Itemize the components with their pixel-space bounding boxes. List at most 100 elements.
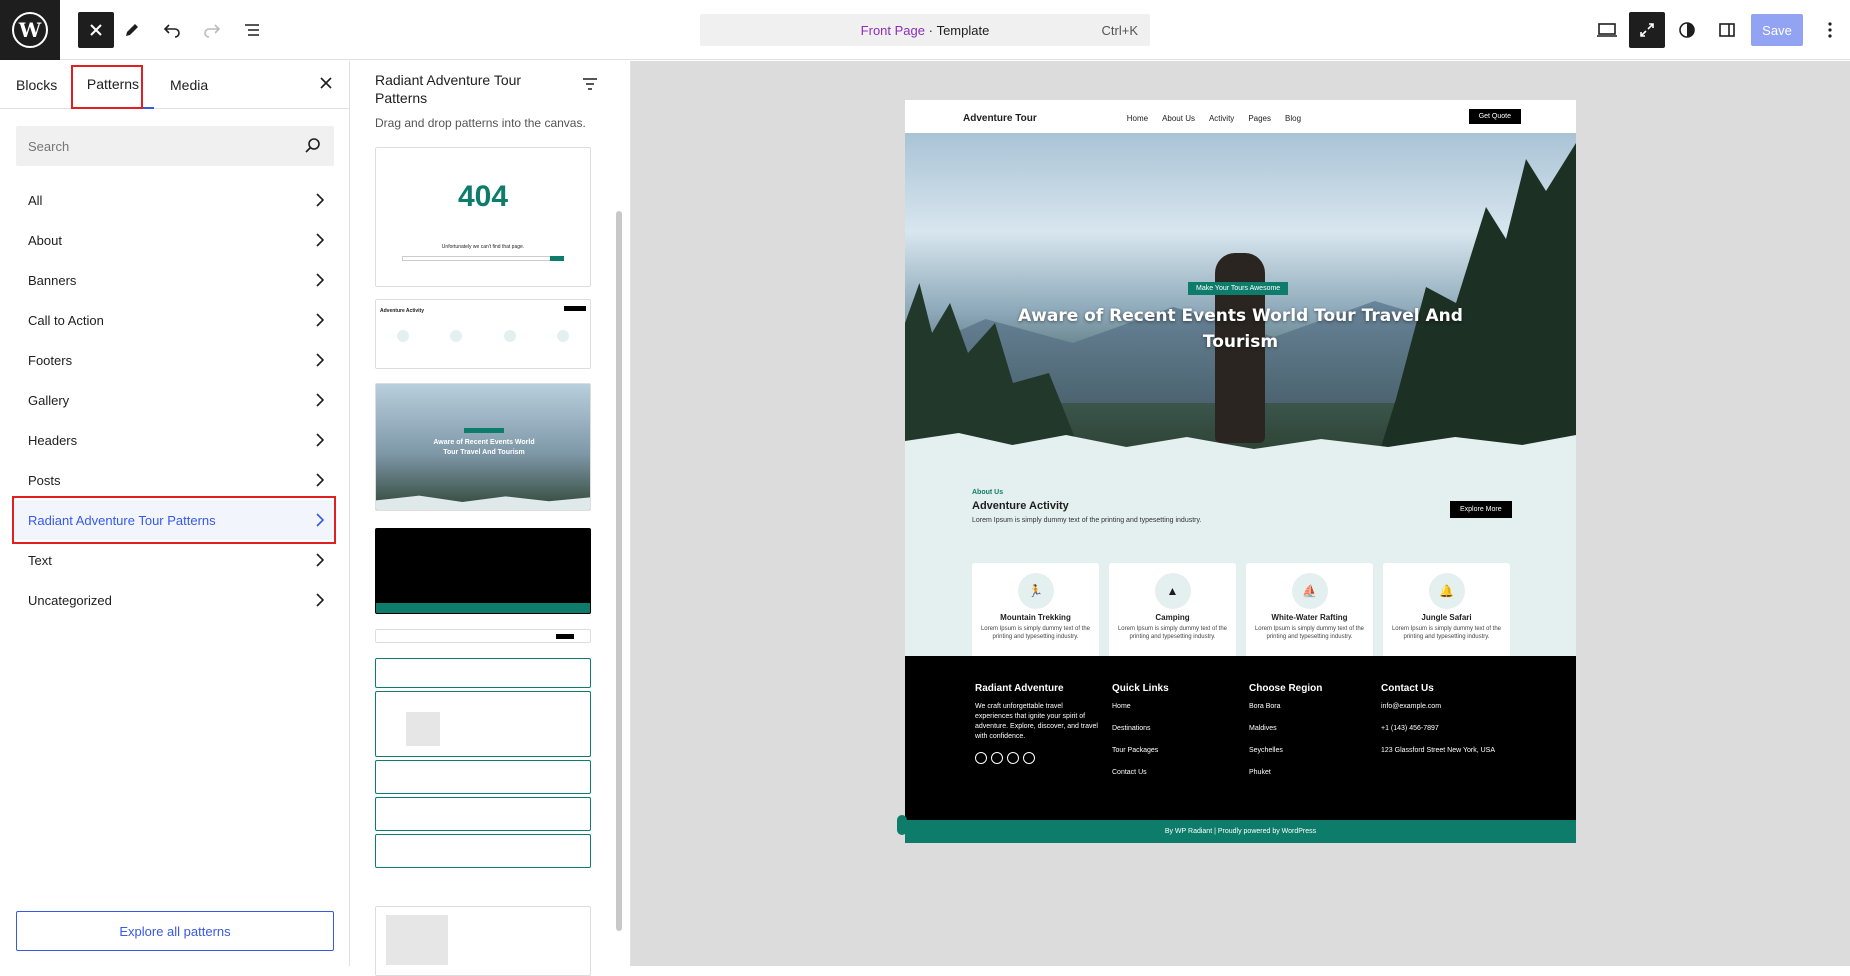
zoom-out-button[interactable] <box>1629 12 1665 48</box>
pattern-thumb-activity[interactable]: Adventure Activity <box>375 299 591 369</box>
card-text: Lorem Ipsum is simply dummy text of the … <box>1391 626 1502 640</box>
thumb-torn-edge <box>376 495 590 510</box>
redo-button[interactable] <box>194 12 230 48</box>
activity-card-camping: ▲ Camping Lorem Ipsum is simply dummy te… <box>1109 563 1236 660</box>
close-panel-button[interactable] <box>319 73 333 96</box>
nav-about-us[interactable]: About Us <box>1162 114 1195 123</box>
half-circle-icon <box>1679 22 1695 38</box>
chevron-right-icon <box>316 553 324 567</box>
pattern-list-scrollbar[interactable] <box>616 211 622 931</box>
footer-heading: Choose Region <box>1249 683 1323 694</box>
activity-card-rafting: ⛵ White-Water Rafting Lorem Ipsum is sim… <box>1246 563 1373 660</box>
options-button[interactable] <box>1812 12 1848 48</box>
wordpress-logo-button[interactable]: W <box>0 0 60 60</box>
category-label: All <box>28 192 43 208</box>
category-gallery[interactable]: Gallery <box>12 380 336 420</box>
pattern-thumb-social[interactable] <box>375 834 591 868</box>
thumb-credit-bar <box>376 603 590 613</box>
pattern-search-input[interactable]: Search <box>16 126 334 166</box>
pattern-thumb-archives[interactable] <box>375 760 591 794</box>
footer-link[interactable]: Maldives <box>1249 724 1322 734</box>
pattern-thumb-search[interactable] <box>375 658 591 688</box>
explore-more-button[interactable]: Explore More <box>1450 501 1512 518</box>
card-text: Lorem Ipsum is simply dummy text of the … <box>1254 626 1365 640</box>
tab-blocks[interactable]: Blocks <box>16 61 57 109</box>
pattern-thumb-footer[interactable] <box>375 528 591 614</box>
thumb-hero-title: Aware of Recent Events World Tour Travel… <box>433 439 535 456</box>
get-quote-button[interactable]: Get Quote <box>1468 109 1521 124</box>
about-text: Lorem Ipsum is simply dummy text of the … <box>972 517 1202 524</box>
category-text[interactable]: Text <box>12 540 336 580</box>
category-footers[interactable]: Footers <box>12 340 336 380</box>
hero-badge: Make Your Tours Awesome <box>1188 282 1289 295</box>
footer-link[interactable]: Home <box>1112 702 1169 712</box>
twitter-icon[interactable] <box>991 752 1003 764</box>
explore-all-patterns-button[interactable]: Explore all patterns <box>16 911 334 951</box>
category-label: Call to Action <box>28 312 104 328</box>
category-all[interactable]: All <box>12 180 336 220</box>
footer-link[interactable]: Bora Bora <box>1249 702 1322 712</box>
tab-media[interactable]: Media <box>170 61 208 109</box>
card-text: Lorem Ipsum is simply dummy text of the … <box>1117 626 1228 640</box>
thumb-badge <box>464 428 504 433</box>
nav-pages[interactable]: Pages <box>1248 114 1271 123</box>
close-icon <box>320 77 332 89</box>
site-nav: Home About Us Activity Pages Blog <box>1127 114 1301 123</box>
category-label: Uncategorized <box>28 592 112 608</box>
category-headers[interactable]: Headers <box>12 420 336 460</box>
linkedin-icon[interactable] <box>1023 752 1035 764</box>
category-uncategorized[interactable]: Uncategorized <box>12 580 336 620</box>
category-call-to-action[interactable]: Call to Action <box>12 300 336 340</box>
undo-button[interactable] <box>154 12 190 48</box>
tools-button[interactable] <box>114 12 150 48</box>
pattern-thumb-404[interactable]: 404 Unfortunately we can't find that pag… <box>375 147 591 287</box>
command-palette-bar[interactable]: Front Page · Template Ctrl+K <box>700 14 1150 46</box>
template-type: Template <box>936 22 990 38</box>
category-banners[interactable]: Banners <box>12 260 336 300</box>
activity-card-jungle-safari: 🔔 Jungle Safari Lorem Ipsum is simply du… <box>1383 563 1510 660</box>
category-posts[interactable]: Posts <box>12 460 336 500</box>
facebook-icon[interactable] <box>975 752 987 764</box>
device-preview-button[interactable] <box>1589 12 1625 48</box>
nav-home[interactable]: Home <box>1127 114 1148 123</box>
footer-link[interactable]: Destinations <box>1112 724 1169 734</box>
footer-credit: By WP Radiant | Proudly powered by WordP… <box>905 820 1576 843</box>
thumb-button <box>556 634 574 639</box>
card-title: Camping <box>1155 613 1190 622</box>
category-about[interactable]: About <box>12 220 336 260</box>
contact-phone: +1 (143) 456-7897 <box>1381 725 1439 732</box>
contact-address: 123 Glassford Street New York, USA <box>1381 747 1495 754</box>
chevron-right-icon <box>316 433 324 447</box>
nav-blog[interactable]: Blog <box>1285 114 1301 123</box>
bell-icon: 🔔 <box>1428 573 1465 609</box>
document-overview-button[interactable] <box>234 12 270 48</box>
settings-sidebar-button[interactable] <box>1709 12 1745 48</box>
category-label: Headers <box>28 432 78 448</box>
site-preview-frame[interactable]: Adventure Tour Home About Us Activity Pa… <box>905 100 1576 843</box>
save-button[interactable]: Save <box>1751 14 1803 46</box>
footer-col-about: Radiant Adventure We craft unforgettable… <box>975 684 1099 764</box>
search-icon <box>305 138 320 153</box>
footer-link[interactable]: Tour Packages <box>1112 746 1169 756</box>
styles-button[interactable] <box>1669 12 1705 48</box>
nav-activity[interactable]: Activity <box>1209 114 1234 123</box>
pattern-thumb-header[interactable] <box>375 629 591 643</box>
pattern-thumb-categories[interactable] <box>375 797 591 831</box>
footer-link[interactable]: Phuket <box>1249 768 1322 778</box>
sidebar-icon <box>1719 23 1735 37</box>
chevron-right-icon <box>316 193 324 207</box>
resize-handle[interactable] <box>897 815 907 835</box>
pattern-thumb-hero[interactable]: Aware of Recent Events World Tour Travel… <box>375 383 591 511</box>
pattern-thumb-latest-posts[interactable] <box>375 691 591 757</box>
hiker-icon: 🏃 <box>1017 573 1054 609</box>
footer-link[interactable]: Seychelles <box>1249 746 1322 756</box>
card-text: Lorem Ipsum is simply dummy text of the … <box>980 626 1091 640</box>
instagram-icon[interactable] <box>1007 752 1019 764</box>
chevron-right-icon <box>316 273 324 287</box>
highlight-box <box>71 65 143 109</box>
keyboard-shortcut: Ctrl+K <box>1101 22 1138 38</box>
footer-link[interactable]: Contact Us <box>1112 768 1169 778</box>
filter-icon[interactable] <box>582 77 598 91</box>
template-name: Front Page <box>860 22 925 38</box>
close-inserter-button[interactable] <box>78 12 114 48</box>
